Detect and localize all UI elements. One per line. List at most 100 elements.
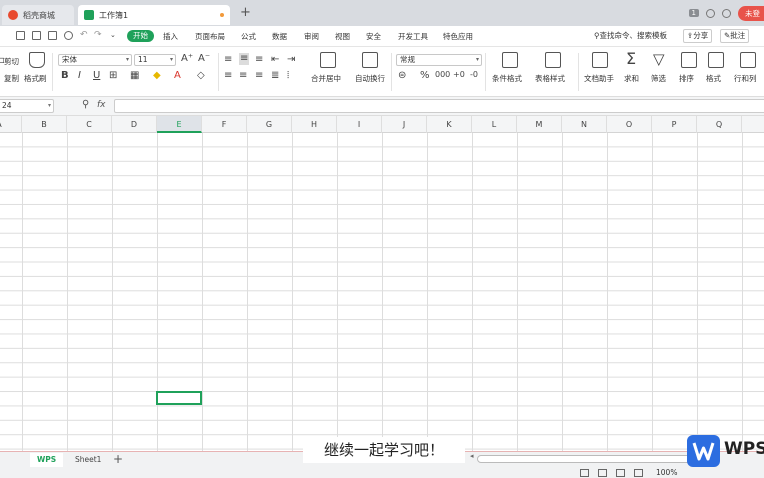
merge-center-button[interactable]: 合并居中: [311, 73, 341, 84]
align-center-icon[interactable]: ≡: [239, 71, 247, 81]
share-button[interactable]: ⇪分享: [683, 29, 713, 43]
column-header-h[interactable]: H: [292, 116, 337, 133]
tab-workbook[interactable]: 工作簿1: [78, 5, 230, 25]
sheet-tab-wps[interactable]: WPS: [30, 453, 64, 467]
doc-helper-icon[interactable]: [592, 52, 608, 68]
menu-special[interactable]: 特色应用: [443, 31, 473, 42]
column-header-c[interactable]: C: [67, 116, 112, 133]
number-format-select[interactable]: 常规 ▾: [396, 54, 482, 66]
filter-button[interactable]: 筛选: [651, 73, 666, 84]
column-header-d[interactable]: D: [112, 116, 157, 133]
undo-icon[interactable]: ↶: [80, 31, 88, 40]
italic-icon[interactable]: I: [78, 71, 81, 81]
copy-button[interactable]: 复制: [4, 73, 19, 84]
column-header-j[interactable]: J: [382, 116, 427, 133]
column-header-e[interactable]: E: [157, 116, 202, 133]
name-box[interactable]: 24 ▾: [0, 99, 54, 113]
login-button[interactable]: 未登: [738, 5, 764, 21]
align-bottom-icon[interactable]: ≡: [255, 55, 263, 65]
font-size-select[interactable]: 11 ▾: [134, 54, 176, 66]
column-header-f[interactable]: F: [202, 116, 247, 133]
filter-icon[interactable]: ▽: [653, 52, 665, 67]
align-left-icon[interactable]: ≡: [224, 71, 232, 81]
column-header-p[interactable]: P: [652, 116, 697, 133]
redo-icon[interactable]: ↷: [94, 31, 102, 40]
quick-access-menu-icon[interactable]: ⌄: [110, 32, 116, 39]
increase-font-icon[interactable]: A⁺: [181, 54, 193, 64]
wrap-text-button[interactable]: 自动换行: [355, 73, 385, 84]
clear-format-icon[interactable]: ◇: [197, 71, 205, 81]
sort-icon[interactable]: [681, 52, 697, 68]
menu-security[interactable]: 安全: [366, 31, 381, 42]
column-header-a[interactable]: A: [0, 116, 22, 133]
page-break-view-icon[interactable]: [598, 469, 607, 477]
distributed-icon[interactable]: ⦙: [287, 71, 289, 81]
add-tab-button[interactable]: +: [240, 5, 251, 20]
normal-view-icon[interactable]: [580, 469, 589, 477]
sheet-tab-sheet1[interactable]: Sheet1: [68, 453, 108, 467]
column-header-g[interactable]: G: [247, 116, 292, 133]
menu-review[interactable]: 审阅: [304, 31, 319, 42]
reading-view-icon[interactable]: [616, 469, 625, 477]
formula-input[interactable]: [114, 99, 764, 113]
preview-icon[interactable]: [64, 31, 73, 40]
zoom-level[interactable]: 100%: [656, 467, 677, 478]
add-sheet-button[interactable]: +: [113, 452, 123, 466]
indent-decrease-icon[interactable]: ⇤: [271, 55, 279, 65]
print-icon[interactable]: [32, 31, 41, 40]
underline-icon[interactable]: U: [93, 71, 100, 81]
merge-center-icon[interactable]: [320, 52, 336, 68]
menu-developer[interactable]: 开发工具: [398, 31, 428, 42]
insert-function-button[interactable]: fx: [97, 100, 106, 110]
sort-button[interactable]: 排序: [679, 73, 694, 84]
table-style-button[interactable]: 表格样式: [535, 73, 565, 84]
column-header-q[interactable]: Q: [697, 116, 742, 133]
menu-data[interactable]: 数据: [272, 31, 287, 42]
menu-page-layout[interactable]: 页面布局: [195, 31, 225, 42]
bold-icon[interactable]: B: [61, 71, 69, 81]
conditional-format-button[interactable]: 条件格式: [492, 73, 522, 84]
column-header-n[interactable]: N: [562, 116, 607, 133]
column-header-k[interactable]: K: [427, 116, 472, 133]
column-header-l[interactable]: L: [472, 116, 517, 133]
column-header-m[interactable]: M: [517, 116, 562, 133]
indent-increase-icon[interactable]: ⇥: [287, 55, 295, 65]
percent-icon[interactable]: %: [420, 71, 430, 81]
scroll-left-icon[interactable]: ◂: [470, 452, 474, 460]
thousands-icon[interactable]: 000: [435, 71, 450, 79]
export-icon[interactable]: [48, 31, 57, 40]
comment-button[interactable]: ✎批注: [720, 29, 750, 43]
zoom-magnifier-icon[interactable]: ⚲: [82, 99, 89, 110]
menu-view[interactable]: 视图: [335, 31, 350, 42]
format-painter-button[interactable]: 格式刷: [24, 73, 47, 84]
row-column-button[interactable]: 行和列: [734, 73, 757, 84]
settings-icon[interactable]: [722, 8, 731, 18]
column-header-i[interactable]: I: [337, 116, 382, 133]
column-header-b[interactable]: B: [22, 116, 67, 133]
format-icon[interactable]: [708, 52, 724, 68]
doc-helper-button[interactable]: 文档助手: [584, 73, 614, 84]
cut-button[interactable]: 剪切: [4, 56, 19, 67]
increase-decimal-icon[interactable]: +0: [453, 71, 465, 79]
justify-icon[interactable]: ≣: [271, 71, 279, 81]
window-count-badge[interactable]: 1: [688, 9, 699, 17]
skin-icon[interactable]: [706, 8, 715, 18]
align-middle-icon[interactable]: ≡: [239, 53, 250, 65]
active-cell[interactable]: [156, 391, 202, 405]
font-color-icon[interactable]: A: [174, 71, 181, 81]
align-top-icon[interactable]: ≡: [224, 55, 232, 65]
menu-formula[interactable]: 公式: [241, 31, 256, 42]
full-screen-icon[interactable]: [634, 469, 643, 477]
sum-button[interactable]: 求和: [624, 73, 639, 84]
save-icon[interactable]: [16, 31, 25, 40]
cell-fill-pattern-icon[interactable]: ▦: [130, 71, 139, 81]
currency-icon[interactable]: ⊜: [398, 71, 406, 81]
wrap-text-icon[interactable]: [362, 52, 378, 68]
format-painter-icon[interactable]: [29, 52, 45, 68]
conditional-format-icon[interactable]: [502, 52, 518, 68]
column-header-o[interactable]: O: [607, 116, 652, 133]
sum-icon[interactable]: Σ: [626, 51, 636, 67]
horizontal-scrollbar[interactable]: [477, 455, 697, 463]
decrease-decimal-icon[interactable]: -0: [470, 71, 478, 79]
cell-grid[interactable]: [0, 133, 764, 451]
